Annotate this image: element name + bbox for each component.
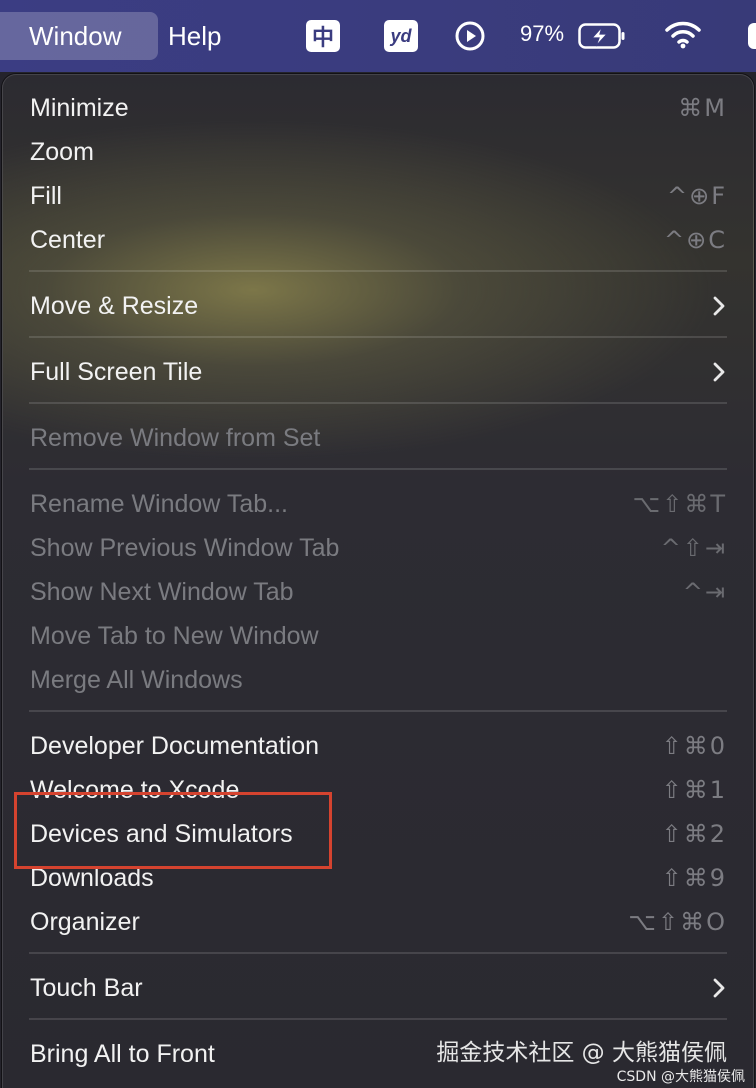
- menu-item-move-resize[interactable]: Move & Resize: [3, 284, 753, 328]
- window-menu: Minimize ⌘M Zoom Fill ^⊕F Center ^⊕C Mov…: [2, 74, 754, 1088]
- menu-item-touch-bar[interactable]: Touch Bar: [3, 966, 753, 1010]
- menu-item-show-previous-window-tab: Show Previous Window Tab ^⇧⇥: [3, 526, 753, 570]
- chevron-right-icon: [713, 978, 725, 998]
- menu-item-developer-documentation[interactable]: Developer Documentation ⇧⌘0: [3, 724, 753, 768]
- menu-separator: [29, 468, 727, 470]
- credit-text: CSDN @大熊猫侯佩: [616, 1069, 745, 1085]
- menu-separator: [29, 710, 727, 712]
- menu-help[interactable]: Help: [168, 12, 221, 60]
- menu-item-move-tab-to-new-window: Move Tab to New Window: [3, 614, 753, 658]
- control-center-icon[interactable]: [746, 20, 756, 52]
- chevron-right-icon: [713, 362, 725, 382]
- menu-item-rename-window-tab: Rename Window Tab... ⌥⇧⌘T: [3, 482, 753, 526]
- menu-item-shortcut: ^⇥: [682, 578, 727, 606]
- chevron-right-icon: [713, 296, 725, 316]
- play-icon[interactable]: [454, 20, 486, 52]
- menu-item-shortcut: ⇧⌘1: [661, 776, 727, 804]
- menu-item-fill[interactable]: Fill ^⊕F: [3, 174, 753, 218]
- menu-item-label: Bring All to Front: [30, 1039, 215, 1068]
- screen: Window Help 中 yd 97% Minimize ⌘M Zoom Fi…: [0, 0, 756, 1088]
- menu-item-label: Zoom: [30, 137, 94, 166]
- menu-item-zoom[interactable]: Zoom: [3, 130, 753, 174]
- menu-separator: [29, 1018, 727, 1020]
- menu-item-remove-window-from-set: Remove Window from Set: [3, 416, 753, 460]
- battery-charging-icon[interactable]: [578, 22, 626, 50]
- menu-item-label: Show Next Window Tab: [30, 577, 294, 606]
- menu-item-label: Center: [30, 225, 106, 254]
- menu-item-label: Organizer: [30, 907, 140, 936]
- menu-item-shortcut: ⌥⇧⌘T: [632, 490, 727, 518]
- menu-item-shortcut: ^⊕F: [666, 182, 727, 210]
- menu-separator: [29, 336, 727, 338]
- menu-item-label: Fill: [30, 181, 62, 210]
- menu-bar: Window Help 中 yd 97%: [0, 0, 756, 72]
- menu-separator: [29, 402, 727, 404]
- menu-separator: [29, 952, 727, 954]
- watermark-text: 掘金技术社区 @ 大熊猫侯佩: [436, 1040, 727, 1066]
- wifi-icon[interactable]: [664, 20, 702, 50]
- menu-item-label: Touch Bar: [30, 973, 143, 1002]
- highlight-annotation-box: [14, 792, 332, 869]
- menu-item-show-next-window-tab: Show Next Window Tab ^⇥: [3, 570, 753, 614]
- menu-item-shortcut: ⌥⇧⌘O: [628, 908, 727, 936]
- menu-item-full-screen-tile[interactable]: Full Screen Tile: [3, 350, 753, 394]
- menu-item-label: Developer Documentation: [30, 731, 320, 760]
- menu-window[interactable]: Window: [0, 12, 158, 60]
- menu-item-center[interactable]: Center ^⊕C: [3, 218, 753, 262]
- menu-item-shortcut: ^⇧⇥: [660, 534, 727, 562]
- menu-item-label: Full Screen Tile: [30, 357, 203, 386]
- menu-item-label: Move & Resize: [30, 291, 199, 320]
- menu-item-label: Minimize: [30, 93, 129, 122]
- input-method-icon[interactable]: 中: [306, 20, 340, 52]
- menu-separator: [29, 270, 727, 272]
- menu-item-label: Remove Window from Set: [30, 423, 321, 452]
- menu-item-shortcut: ⇧⌘2: [661, 820, 727, 848]
- menu-item-shortcut: ⇧⌘0: [661, 732, 727, 760]
- menu-item-label: Merge All Windows: [30, 665, 243, 694]
- menu-item-shortcut: ^⊕C: [664, 226, 727, 254]
- menu-item-label: Move Tab to New Window: [30, 621, 319, 650]
- menu-item-minimize[interactable]: Minimize ⌘M: [3, 86, 753, 130]
- menu-item-merge-all-windows: Merge All Windows: [3, 658, 753, 702]
- menu-item-organizer[interactable]: Organizer ⌥⇧⌘O: [3, 900, 753, 944]
- battery-percent: 97%: [520, 21, 565, 46]
- menu-item-label: Show Previous Window Tab: [30, 533, 340, 562]
- menu-item-shortcut: ⌘M: [678, 94, 727, 122]
- menu-item-shortcut: ⇧⌘9: [661, 864, 727, 892]
- menu-item-label: Rename Window Tab...: [30, 489, 288, 518]
- youdao-icon[interactable]: yd: [384, 20, 418, 52]
